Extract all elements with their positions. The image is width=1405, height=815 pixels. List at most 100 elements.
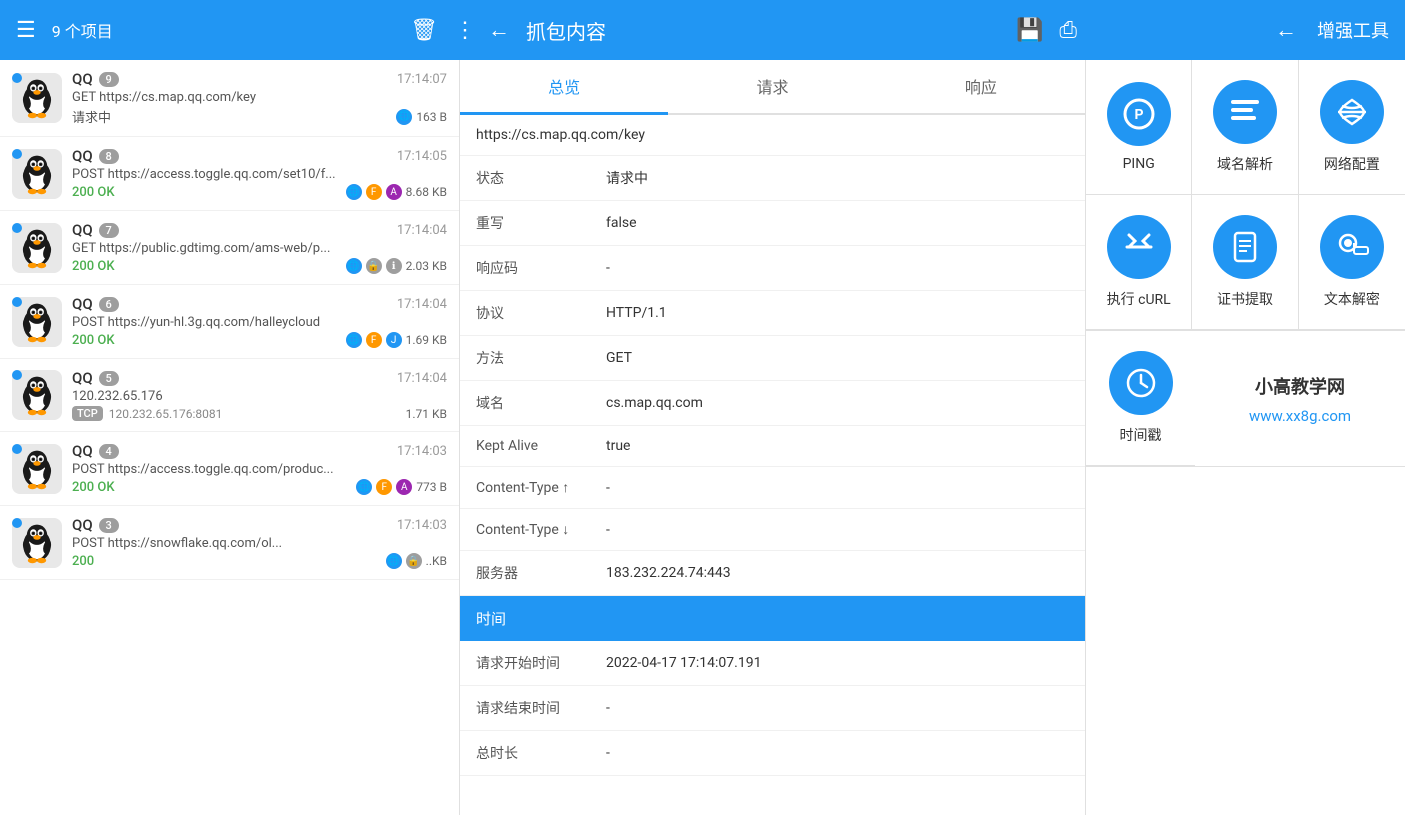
cert-label: 证书提取 — [1217, 289, 1273, 309]
detail-row-content-type-up: Content-Type ↑ - — [460, 467, 1085, 509]
info-icon: ℹ — [386, 258, 402, 274]
app-name: QQ — [72, 70, 93, 88]
badge: 8 — [99, 149, 119, 164]
avatar — [12, 444, 62, 494]
packet-url: GET https://cs.map.qq.com/key — [72, 90, 447, 105]
top-bar: ☰ 9 个项目 🗑 ⋮ ← 抓包内容 💾 ⎙ ← 增强工具 — [0, 0, 1405, 60]
avatar — [12, 297, 62, 347]
label-rewrite: 重写 — [476, 213, 606, 233]
value-kept-alive: true — [606, 438, 1069, 454]
packet-time: 17:14:03 — [397, 444, 447, 459]
tool-grid-row2: 时间戳 小高教学网 www.xx8g.com — [1086, 331, 1405, 467]
tab-response[interactable]: 响应 — [877, 60, 1085, 115]
status: 200 OK — [72, 185, 115, 200]
detail-row-server: 服务器 183.232.224.74:443 — [460, 551, 1085, 596]
detail-content: https://cs.map.qq.com/key 状态 请求中 重写 fals… — [460, 115, 1085, 815]
detail-row-content-type-down: Content-Type ↓ - — [460, 509, 1085, 551]
save-icon[interactable]: 💾 — [1016, 18, 1043, 43]
status: 200 — [72, 554, 94, 569]
delete-icon[interactable]: 🗑 — [410, 18, 438, 43]
list-item[interactable]: QQ 4 17:14:03 POST https://access.toggle… — [0, 432, 459, 506]
packet-time: 17:14:05 — [397, 149, 447, 164]
size: 163 B — [416, 110, 447, 124]
tool-curl[interactable]: 执行 cURL — [1086, 195, 1192, 330]
tab-overview[interactable]: 总览 — [460, 60, 668, 115]
label-content-type-down: Content-Type ↓ — [476, 521, 606, 538]
lock-icon: 🔒 — [406, 553, 422, 569]
network-config-icon — [1320, 80, 1384, 144]
packet-meta: 🌐 F J 1.69 KB — [346, 332, 447, 348]
avatar — [12, 149, 62, 199]
packet-meta: 🌐 🔒 ..KB — [386, 553, 447, 569]
top-bar-center: ← 抓包内容 💾 ⎙ — [488, 16, 1077, 45]
f-icon: F — [366, 332, 382, 348]
j-icon: J — [386, 332, 402, 348]
size: 1.69 KB — [406, 333, 447, 347]
packet-info: QQ 5 17:14:04 120.232.65.176 TCP 120.232… — [72, 369, 447, 421]
packet-info: QQ 3 17:14:03 POST https://snowflake.qq.… — [72, 516, 447, 569]
tool-network-config[interactable]: 网络配置 — [1299, 60, 1405, 195]
label-kept-alive: Kept Alive — [476, 438, 606, 454]
promo-area: 小高教学网 www.xx8g.com — [1195, 331, 1405, 466]
curl-label: 执行 cURL — [1107, 289, 1171, 309]
dns-icon — [1213, 80, 1277, 144]
list-item[interactable]: QQ 7 17:14:04 GET https://public.gdtimg.… — [0, 211, 459, 285]
packet-time: 17:14:04 — [397, 371, 447, 386]
tool-timestamp[interactable]: 时间戳 — [1086, 331, 1195, 466]
decrypt-label: 文本解密 — [1324, 289, 1380, 309]
label-end-time: 请求结束时间 — [476, 698, 606, 718]
detail-row-method: 方法 GET — [460, 336, 1085, 381]
ping-icon: P — [1107, 82, 1171, 146]
avatar — [12, 518, 62, 568]
list-item[interactable]: QQ 9 17:14:07 GET https://cs.map.qq.com/… — [0, 60, 459, 137]
tool-cert[interactable]: 证书提取 — [1192, 195, 1298, 330]
globe-icon: 🌐 — [346, 184, 362, 200]
label-status: 状态 — [476, 168, 606, 188]
dns-label: 域名解析 — [1217, 154, 1273, 174]
app-name: QQ — [72, 516, 93, 534]
packet-time: 17:14:04 — [397, 223, 447, 238]
menu-icon[interactable]: ☰ — [16, 18, 36, 43]
page-title: 抓包内容 — [526, 16, 606, 45]
packet-list: QQ 9 17:14:07 GET https://cs.map.qq.com/… — [0, 60, 460, 815]
promo-url: www.xx8g.com — [1249, 407, 1351, 425]
value-method: GET — [606, 350, 1069, 366]
tool-dns[interactable]: 域名解析 — [1192, 60, 1298, 195]
a-icon: A — [386, 184, 402, 200]
detail-row-response-code: 响应码 - — [460, 246, 1085, 291]
f-icon: F — [366, 184, 382, 200]
list-item[interactable]: QQ 6 17:14:04 POST https://yun-hl.3g.qq.… — [0, 285, 459, 359]
cert-icon — [1213, 215, 1277, 279]
packet-info: QQ 6 17:14:04 POST https://yun-hl.3g.qq.… — [72, 295, 447, 348]
packet-meta: 🌐 163 B — [396, 109, 447, 125]
f-icon: F — [376, 479, 392, 495]
label-start-time: 请求开始时间 — [476, 653, 606, 673]
detail-panel: 总览 请求 响应 https://cs.map.qq.com/key 状态 请求… — [460, 60, 1085, 815]
packet-meta: 🌐 🔒 ℹ 2.03 KB — [346, 258, 447, 274]
tabs: 总览 请求 响应 — [460, 60, 1085, 115]
badge: 3 — [99, 518, 119, 533]
value-status: 请求中 — [606, 168, 1069, 188]
list-item[interactable]: QQ 5 17:14:04 120.232.65.176 TCP 120.232… — [0, 359, 459, 432]
tab-request[interactable]: 请求 — [668, 60, 876, 115]
size: 8.68 KB — [406, 185, 447, 199]
detail-row-kept-alive: Kept Alive true — [460, 426, 1085, 467]
packet-time: 17:14:04 — [397, 297, 447, 312]
back-icon-2[interactable]: ← — [1275, 17, 1297, 43]
globe-icon: 🌐 — [346, 258, 362, 274]
tool-decrypt[interactable]: 文本解密 — [1299, 195, 1405, 330]
avatar — [12, 223, 62, 273]
detail-url: https://cs.map.qq.com/key — [460, 115, 1085, 156]
list-item[interactable]: QQ 3 17:14:03 POST https://snowflake.qq.… — [0, 506, 459, 580]
tcp-address: 120.232.65.176:8081 — [109, 407, 223, 421]
detail-row-end-time: 请求结束时间 - — [460, 686, 1085, 731]
tool-ping[interactable]: P PING — [1086, 60, 1192, 195]
share-icon[interactable]: ⎙ — [1059, 18, 1077, 43]
back-icon[interactable]: ← — [488, 17, 510, 43]
packet-info: QQ 7 17:14:04 GET https://public.gdtimg.… — [72, 221, 447, 274]
size: 2.03 KB — [406, 259, 447, 273]
more-icon[interactable]: ⋮ — [454, 18, 476, 43]
main-content: QQ 9 17:14:07 GET https://cs.map.qq.com/… — [0, 60, 1405, 815]
list-item[interactable]: QQ 8 17:14:05 POST https://access.toggle… — [0, 137, 459, 211]
packet-info: QQ 4 17:14:03 POST https://access.toggle… — [72, 442, 447, 495]
